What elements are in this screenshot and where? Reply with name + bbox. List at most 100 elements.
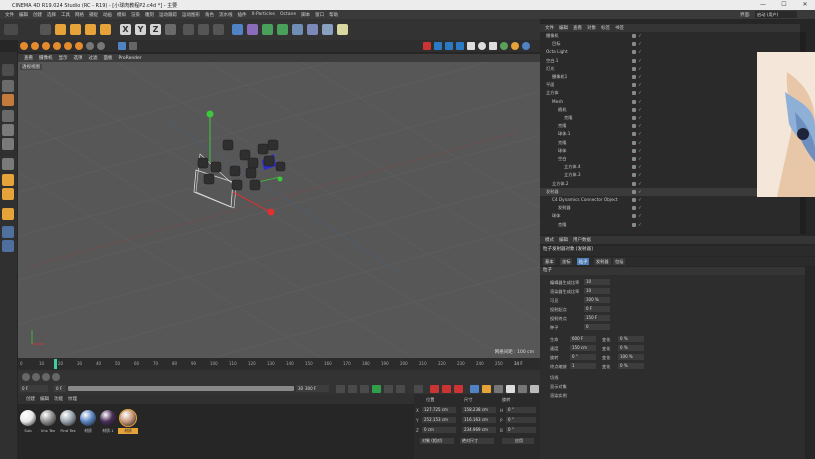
live-select-icon[interactable] xyxy=(40,24,51,35)
s-icon[interactable] xyxy=(2,188,14,200)
rotate-icon[interactable] xyxy=(85,24,96,35)
next-frame-icon[interactable] xyxy=(384,385,393,393)
menu-edit[interactable]: 编辑 xyxy=(19,12,28,18)
next-key-icon[interactable] xyxy=(396,385,405,393)
range-slider[interactable] xyxy=(68,386,294,391)
pos-z-field[interactable]: 0 cm xyxy=(422,427,456,433)
workplane-icon[interactable] xyxy=(118,42,126,50)
rot-h-field[interactable]: 0 ° xyxy=(506,407,536,413)
undo-icon[interactable] xyxy=(4,24,18,35)
viewport-menu-options[interactable]: 选项 xyxy=(74,55,83,61)
list-item[interactable]: 克隆 ✓ xyxy=(540,221,800,229)
menu-select[interactable]: 选择 xyxy=(47,12,56,18)
material-menu-texture[interactable]: 纹理 xyxy=(68,396,77,402)
size-mode-select[interactable]: 绝对尺寸 xyxy=(460,438,494,444)
knife-icon[interactable] xyxy=(2,158,14,170)
keyframe-tool3-icon[interactable] xyxy=(42,373,50,381)
menu-tools[interactable]: 工具 xyxy=(61,12,70,18)
viewport-menu-filter[interactable]: 过滤 xyxy=(89,55,98,61)
menu-render[interactable]: 渲染 xyxy=(131,12,140,18)
octane-material-icon[interactable] xyxy=(445,42,453,50)
keyframe-tool4-icon[interactable] xyxy=(52,373,60,381)
max-frame-field[interactable]: 300 F xyxy=(303,385,329,392)
scale-icon[interactable] xyxy=(70,24,81,35)
workplane-mode-icon[interactable] xyxy=(42,42,50,50)
material-menu-create[interactable]: 创建 xyxy=(26,396,35,402)
list-item[interactable]: C4 Dynamics Connector Object ✓ xyxy=(540,196,800,204)
range-start-field[interactable]: 0 F xyxy=(54,385,66,392)
goto-end-icon[interactable] xyxy=(414,385,423,393)
prev-key-icon[interactable] xyxy=(348,385,357,393)
list-item[interactable]: 发射器 ✓ xyxy=(540,204,800,212)
material-menu-function[interactable]: 功能 xyxy=(54,396,63,402)
material-ball[interactable] xyxy=(80,410,96,426)
polygons-mode-icon[interactable] xyxy=(75,42,83,50)
list-item[interactable]: 球体 ✓ xyxy=(540,212,800,220)
last-tool-icon[interactable] xyxy=(100,24,111,35)
octane-scatter-icon[interactable] xyxy=(500,42,508,50)
key-position-icon[interactable] xyxy=(470,385,479,393)
keyframe-tool-icon[interactable] xyxy=(22,373,30,381)
viewport-menu-camera[interactable]: 摄像机 xyxy=(39,55,53,61)
attr-field[interactable]: 10 xyxy=(584,288,610,294)
attr-field[interactable]: 0 % xyxy=(618,363,644,369)
cube-icon[interactable] xyxy=(232,24,243,35)
viewport-menu-prorender[interactable]: ProRender xyxy=(119,56,142,61)
maximize-button[interactable]: ☐ xyxy=(776,1,792,8)
grid-tool-icon[interactable] xyxy=(2,226,14,238)
octane-live-icon[interactable] xyxy=(423,42,431,50)
checker-icon[interactable] xyxy=(2,80,14,92)
array-icon[interactable] xyxy=(292,24,303,35)
render-view-icon[interactable] xyxy=(183,24,194,35)
menu-snap[interactable]: 捕捉 xyxy=(89,12,98,18)
size-x-field[interactable]: 158.238 cm xyxy=(462,407,496,413)
menu-file[interactable]: 文件 xyxy=(5,12,14,18)
scene-icon[interactable] xyxy=(322,24,333,35)
y-axis-icon[interactable]: Y xyxy=(135,24,146,35)
subtab-particle[interactable]: 粒子 xyxy=(577,258,590,265)
om-menu-edit[interactable]: 编辑 xyxy=(559,25,568,31)
menu-script[interactable]: 脚本 xyxy=(301,12,310,18)
gizmo-z-handle[interactable] xyxy=(277,176,283,182)
light-icon[interactable] xyxy=(337,24,348,35)
size-z-field[interactable]: 234.969 cm xyxy=(462,427,496,433)
model-mode-icon[interactable] xyxy=(20,42,28,50)
magnet-icon[interactable] xyxy=(2,174,14,186)
coord-mode-select[interactable]: 对象 (相对) xyxy=(420,438,454,444)
minimize-button[interactable]: — xyxy=(755,1,771,8)
lock-icon[interactable] xyxy=(2,208,14,220)
menu-create[interactable]: 创建 xyxy=(33,12,42,18)
axis-lock-icon[interactable] xyxy=(2,240,14,252)
menu-octane[interactable]: Octane xyxy=(280,12,296,17)
current-frame-field[interactable]: 0 F xyxy=(20,385,48,392)
attr-field[interactable]: 0 ° xyxy=(570,354,596,360)
attr-field[interactable]: 150 cm xyxy=(570,345,596,351)
material-menu-edit[interactable]: 编辑 xyxy=(40,396,49,402)
attr-field[interactable]: 150 F xyxy=(584,315,610,321)
om-menu-tags[interactable]: 标签 xyxy=(601,25,610,31)
attr-check-label[interactable]: 渲染实例 xyxy=(550,393,567,399)
prev-frame-icon[interactable] xyxy=(360,385,369,393)
snap-icon[interactable] xyxy=(97,42,105,50)
material-ball[interactable] xyxy=(40,410,56,426)
x-axis-icon[interactable]: X xyxy=(120,24,131,35)
subtab-basic[interactable]: 基本 xyxy=(543,258,556,265)
pos-y-field[interactable]: 252.153 cm xyxy=(422,417,456,423)
subtab-include[interactable]: 包括 xyxy=(613,258,626,265)
om-menu-bookmarks[interactable]: 书签 xyxy=(615,25,624,31)
gizmo-y-handle[interactable] xyxy=(206,110,214,118)
spline-icon[interactable] xyxy=(262,24,273,35)
octane-vdb-icon[interactable] xyxy=(511,42,519,50)
material-ball[interactable] xyxy=(60,410,76,426)
z-axis-icon[interactable]: Z xyxy=(150,24,161,35)
attr-check-label[interactable]: 切线 xyxy=(550,375,558,381)
attr-field[interactable]: 100 % xyxy=(584,297,610,303)
material-ball[interactable] xyxy=(20,410,36,426)
om-menu-object[interactable]: 对象 xyxy=(587,25,596,31)
generator-icon[interactable] xyxy=(247,24,258,35)
nurbs-icon[interactable] xyxy=(277,24,288,35)
list-item[interactable]: 目标 ✓ xyxy=(540,40,800,48)
menu-sculpt[interactable]: 雕刻 xyxy=(145,12,154,18)
keyframe-selection-icon[interactable] xyxy=(454,385,463,393)
octane-help-icon[interactable] xyxy=(522,42,530,50)
